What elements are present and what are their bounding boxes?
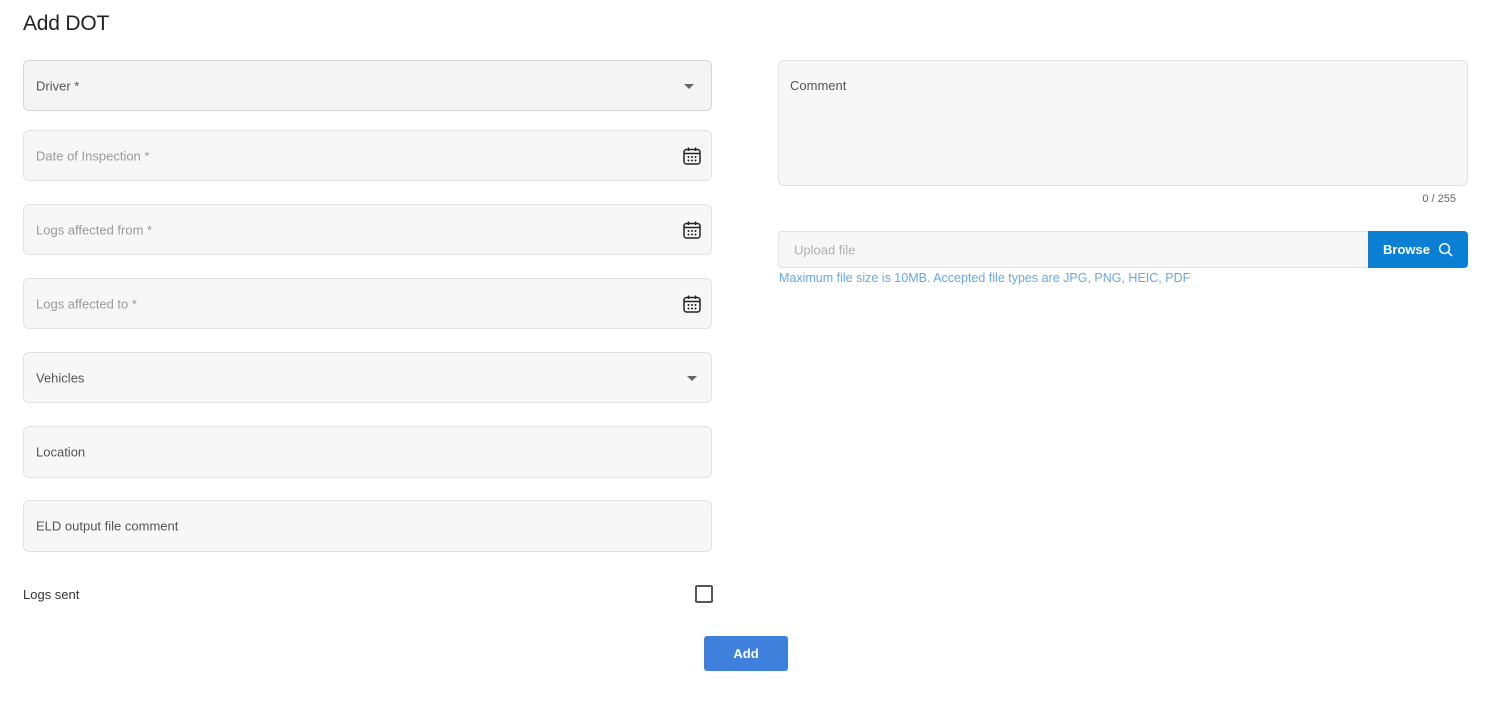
calendar-icon[interactable] <box>682 220 702 240</box>
logs-affected-to-field[interactable]: Logs affected to * <box>23 278 712 329</box>
date-of-inspection-field[interactable]: Date of Inspection * <box>23 130 712 181</box>
page-title: Add DOT <box>23 12 110 35</box>
comment-char-counter: 0 / 255 <box>1422 193 1456 205</box>
calendar-icon[interactable] <box>682 294 702 314</box>
driver-label: Driver * <box>36 78 80 93</box>
chevron-down-icon <box>687 375 697 381</box>
logs-affected-from-placeholder: Logs affected from * <box>36 222 153 237</box>
browse-button[interactable]: Browse <box>1368 231 1468 268</box>
upload-file-input[interactable]: Upload file <box>778 231 1370 268</box>
calendar-icon[interactable] <box>682 146 702 166</box>
location-label: Location <box>36 444 86 460</box>
location-field[interactable]: Location <box>23 426 712 478</box>
browse-button-label: Browse <box>1383 242 1430 257</box>
driver-select[interactable]: Driver * <box>23 60 712 111</box>
chevron-down-icon <box>684 83 694 89</box>
logs-affected-to-placeholder: Logs affected to * <box>36 296 137 311</box>
vehicles-select[interactable]: Vehicles <box>23 352 712 403</box>
add-button[interactable]: Add <box>704 636 788 671</box>
eld-output-comment-field[interactable]: ELD output file comment <box>23 500 712 552</box>
upload-file-placeholder: Upload file <box>794 242 856 257</box>
comment-textarea[interactable]: Comment <box>778 60 1468 186</box>
logs-affected-from-field[interactable]: Logs affected from * <box>23 204 712 255</box>
eld-output-comment-label: ELD output file comment <box>36 518 179 534</box>
search-icon <box>1438 242 1453 257</box>
date-of-inspection-placeholder: Date of Inspection * <box>36 148 150 163</box>
upload-hint: Maximum file size is 10MB. Accepted file… <box>779 271 1191 285</box>
logs-sent-checkbox[interactable] <box>695 585 713 603</box>
logs-sent-label: Logs sent <box>23 587 80 602</box>
vehicles-label: Vehicles <box>36 370 85 385</box>
comment-label: Comment <box>790 78 847 93</box>
